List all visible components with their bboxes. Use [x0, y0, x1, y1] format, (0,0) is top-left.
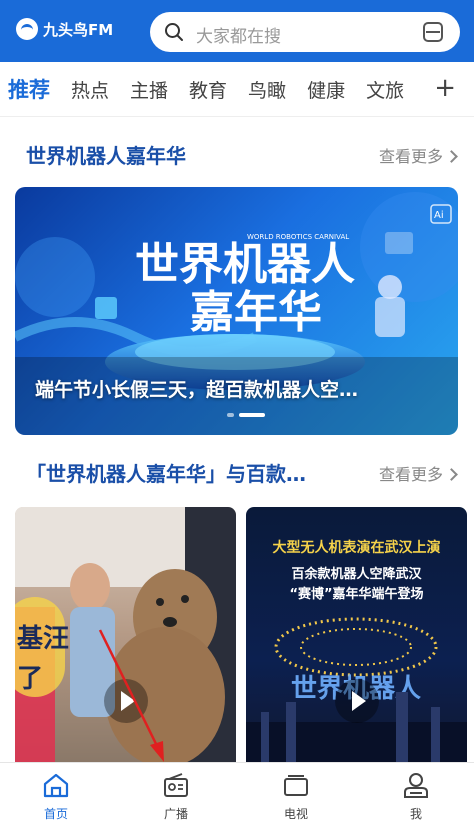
chevron-right-icon	[445, 150, 458, 163]
tab-hot[interactable]: 热点	[71, 76, 109, 103]
tab-anchor[interactable]: 主播	[130, 76, 168, 103]
nav-tv-label: 电视	[283, 807, 308, 821]
play-icon[interactable]	[335, 679, 379, 723]
section-title-robot-carnival: 世界机器人嘉年华	[26, 144, 186, 168]
logo-text: 九头鸟FM	[43, 20, 114, 39]
banner-art-title-2: 嘉年华	[190, 287, 322, 338]
nav-home-label: 首页	[43, 807, 68, 821]
tab-recommend[interactable]: 推荐	[8, 74, 50, 104]
section1-more-link[interactable]: 查看更多	[378, 143, 458, 167]
card-headline-1: 大型无人机表演在武汉上演	[272, 540, 441, 556]
carousel-indicator	[227, 413, 270, 417]
home-icon	[43, 773, 69, 798]
scan-icon[interactable]	[422, 21, 444, 43]
search-placeholder: 大家都在搜	[196, 27, 281, 47]
carousel-dot-active	[239, 413, 265, 417]
nav-me-label: 我	[409, 807, 422, 821]
logo-bird-icon	[16, 18, 38, 40]
section2-more-label: 查看更多	[378, 465, 443, 484]
tv-icon	[284, 775, 308, 796]
section2-more-link[interactable]: 查看更多	[378, 461, 458, 485]
app-header: 九头鸟FM 大家都在搜	[0, 0, 474, 62]
tabs-divider	[0, 116, 474, 117]
nav-me[interactable]: 我	[376, 763, 456, 822]
profile-icon	[404, 773, 428, 798]
tab-health[interactable]: 健康	[307, 76, 345, 103]
search-icon	[165, 23, 183, 41]
section1-more-label: 查看更多	[378, 147, 443, 166]
banner-art-title-1: 世界机器人	[135, 239, 355, 290]
bottom-navigation: 首页 广播 电视 我	[0, 762, 474, 822]
nav-radio[interactable]: 广播	[136, 763, 216, 822]
card-overlay-text-2: 了	[17, 664, 43, 694]
tab-education[interactable]: 教育	[189, 76, 227, 103]
banner-caption: 端午节小长假三天，超百款机器人空…	[35, 379, 359, 401]
chevron-right-icon	[445, 468, 458, 481]
radio-icon	[164, 773, 188, 797]
card-headline-2: 百余款机器人空降武汉	[291, 567, 422, 582]
section-title-carnival-robots: 「世界机器人嘉年华」与百款…	[26, 462, 306, 486]
card-headline-3: “赛博”嘉年华端午登场	[289, 587, 424, 602]
add-tab-button[interactable]: +	[434, 74, 456, 102]
nav-tv[interactable]: 电视	[256, 763, 336, 822]
nav-home[interactable]: 首页	[16, 763, 96, 822]
app-logo[interactable]: 九头鸟FM	[16, 18, 113, 40]
carousel-banner[interactable]: WORLD ROBOTICS CARNIVAL 世界机器人 嘉年华 Ai 端午节…	[15, 187, 458, 435]
nav-radio-label: 广播	[163, 807, 188, 821]
video-card-dog[interactable]: 基汪 了	[15, 507, 236, 763]
play-icon[interactable]	[104, 679, 148, 723]
carousel-dot	[227, 413, 234, 417]
tab-culture-travel[interactable]: 文旅	[366, 76, 404, 103]
video-thumbnail-dog: 基汪 了	[15, 507, 236, 763]
card-overlay-text-1: 基汪	[17, 624, 69, 654]
banner-ai-badge: Ai	[434, 210, 444, 221]
category-tabs: 推荐 热点 主播 教育 鸟瞰 健康 文旅 +	[0, 62, 474, 116]
video-card-drone-show[interactable]: 世界机器人 大型无人机表演在武汉上演 百余款机器人空降武汉 “赛博”嘉年华端午登…	[246, 507, 467, 763]
search-bar[interactable]: 大家都在搜	[150, 12, 460, 52]
tab-overview[interactable]: 鸟瞰	[248, 76, 286, 103]
